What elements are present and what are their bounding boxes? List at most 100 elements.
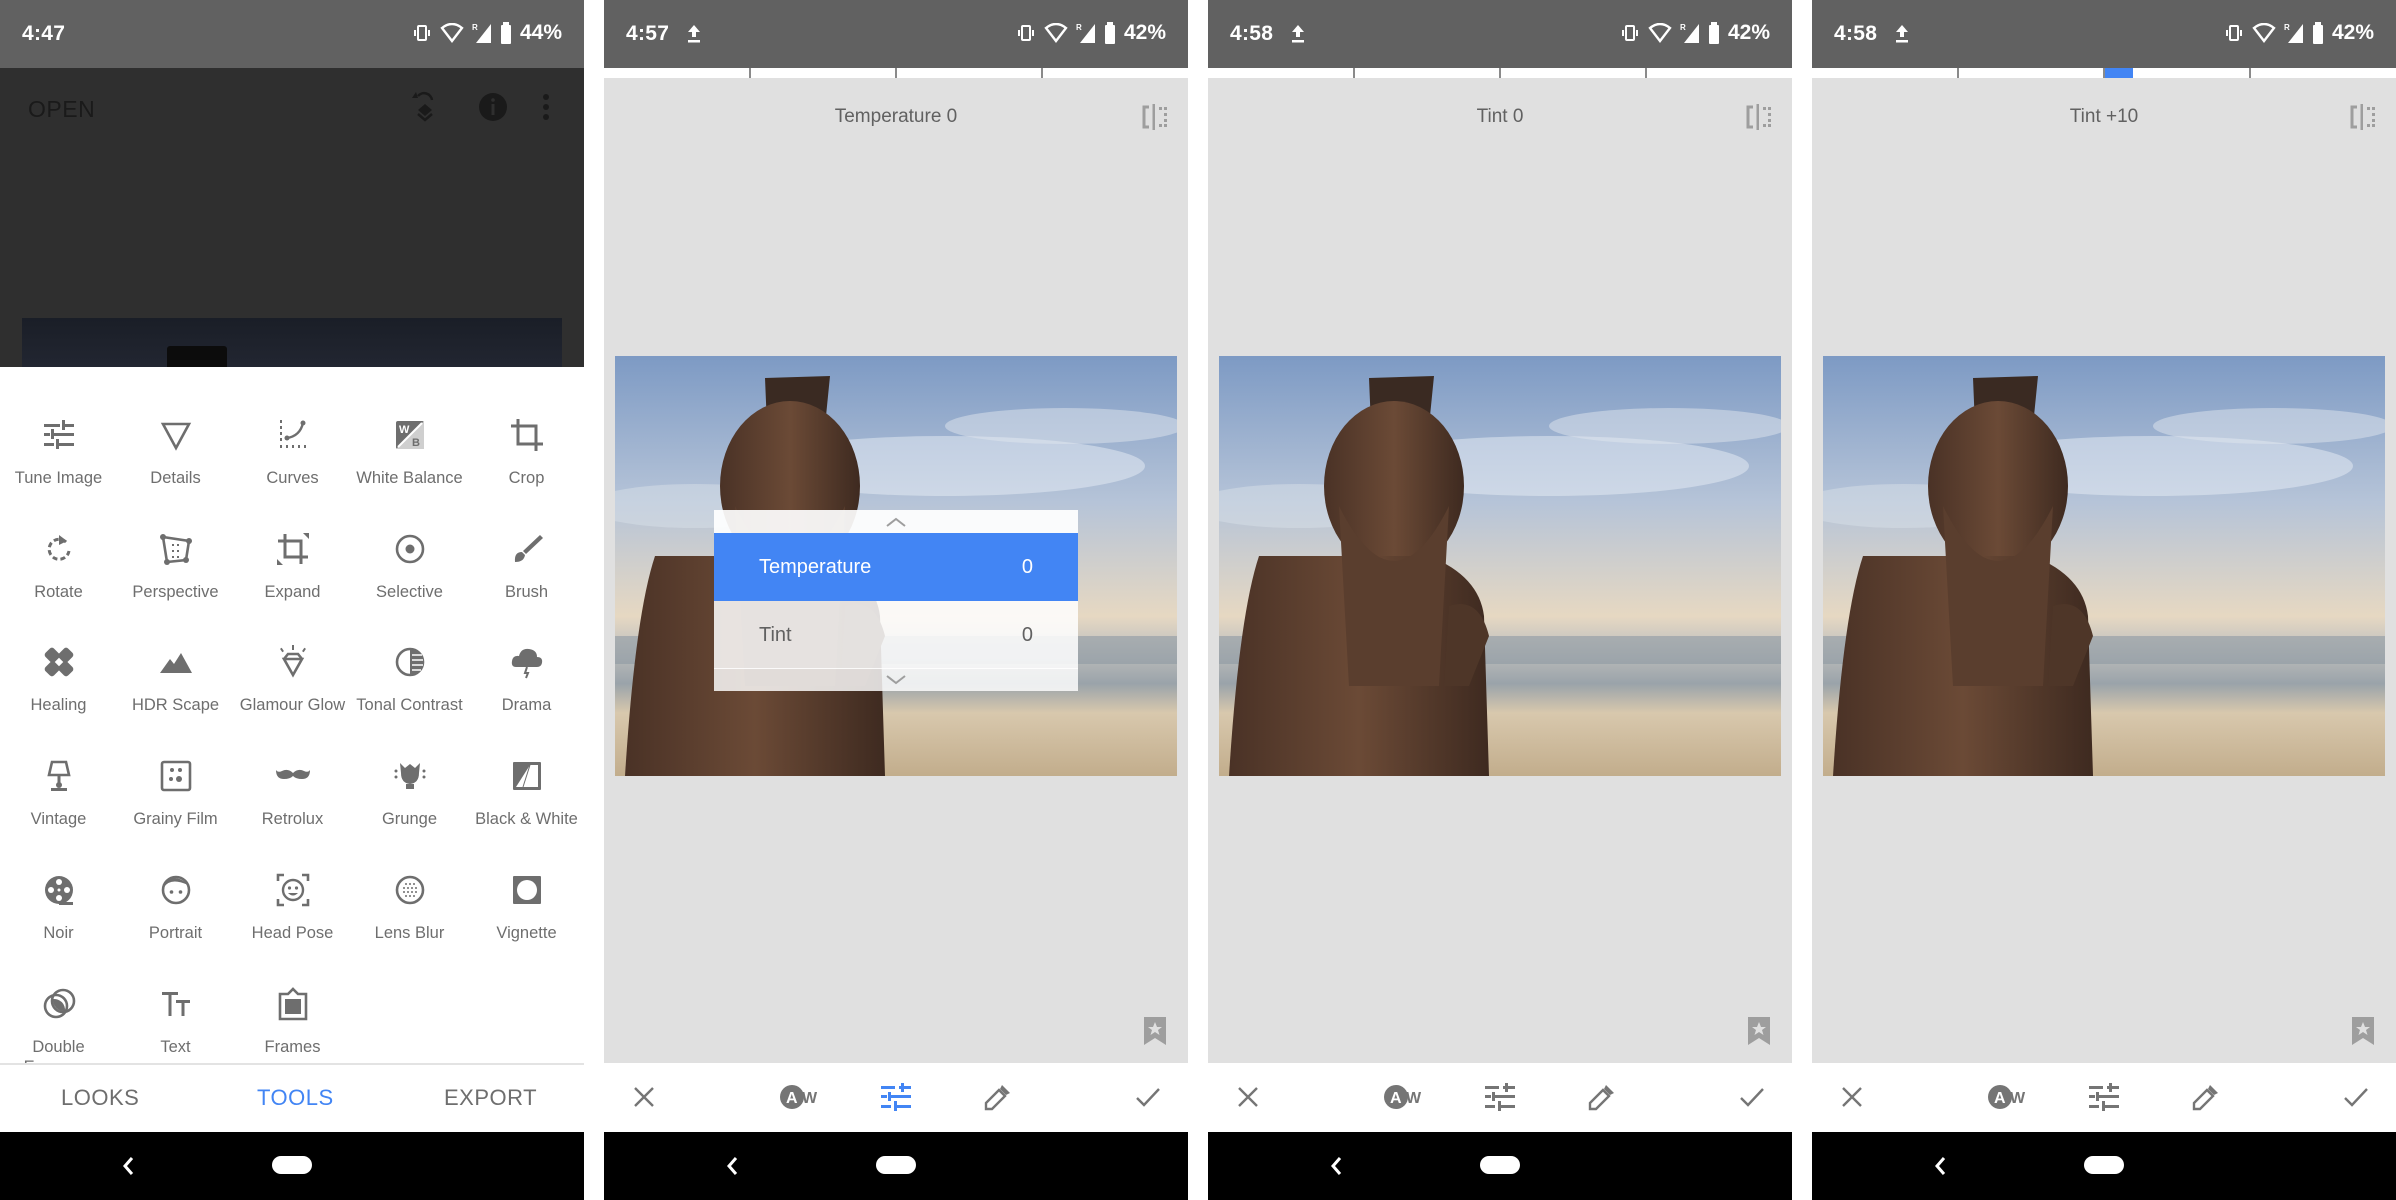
menu-item-label: Tint [759,623,792,646]
auto-white-balance-icon: WA [1988,1085,2026,1109]
tool-rotate[interactable]: Rotate [0,532,117,602]
cancel-button[interactable] [1834,1079,1870,1115]
tool-label: Brush [504,583,549,601]
svg-text:R: R [472,23,478,32]
back-icon[interactable] [1326,1152,1346,1180]
upload-icon [1292,25,1304,43]
cancel-button[interactable] [1230,1079,1266,1115]
auto-white-balance-button[interactable]: WA [776,1079,820,1115]
tool-brush[interactable]: Brush [468,532,584,602]
menu-item-tint[interactable]: Tint 0 [714,601,1078,669]
tool-perspective[interactable]: Perspective [117,532,234,602]
tool-tune-image[interactable]: Tune Image [0,418,117,488]
tool-vignette[interactable]: Vignette [468,873,584,943]
phone-screen-tint-plus-ten: 4:58 R 42% Tint +10 W A [1812,0,2396,1200]
undo-stack-icon[interactable] [408,90,442,124]
tab-tools[interactable]: TOOLS [257,1085,334,1111]
home-pill-button[interactable] [272,1156,312,1174]
adjust-button[interactable] [2086,1079,2122,1115]
tool-double-exposure[interactable]: Double Exposure [0,987,117,1064]
eyedropper-icon [984,1085,1010,1111]
menu-item-value: 0 [1021,555,1033,578]
tool-retrolux[interactable]: Retrolux [234,759,351,829]
open-button[interactable]: OPEN [28,96,95,123]
tool-grainy-film[interactable]: Grainy Film [117,759,234,829]
compare-icon[interactable] [1744,104,1772,130]
tool-drama[interactable]: Drama [468,645,584,715]
vignette-icon [512,876,541,904]
back-icon[interactable] [118,1152,138,1180]
tool-vintage[interactable]: Vintage [0,759,117,829]
tool-tonal-contrast[interactable]: Tonal Contrast [351,645,468,715]
apply-button[interactable] [1734,1079,1770,1115]
lens-blur-icon [395,875,424,905]
cancel-button[interactable] [626,1079,662,1115]
back-icon[interactable] [722,1152,742,1180]
adjust-button[interactable] [878,1079,914,1115]
tab-looks[interactable]: LOOKS [61,1085,139,1111]
tool-head-pose[interactable]: Head Pose [234,873,351,943]
home-pill-button[interactable] [876,1156,916,1174]
tool-hdr-scape[interactable]: HDR Scape [117,645,234,715]
back-icon[interactable] [1930,1152,1950,1180]
tool-lens-blur[interactable]: Lens Blur [351,873,468,943]
apply-button[interactable] [2338,1079,2374,1115]
tool-grunge[interactable]: Grunge [351,759,468,829]
tool-noir[interactable]: Noir [0,873,117,943]
info-icon[interactable] [476,90,510,124]
tool-crop[interactable]: Crop [468,418,584,488]
tool-selective[interactable]: Selective [351,532,468,602]
tool-label: Vintage [30,810,87,828]
eyedropper-button[interactable] [980,1079,1016,1115]
system-nav-bar [1812,1132,2396,1200]
tool-glamour-glow[interactable]: Glamour Glow [234,645,351,715]
tool-healing[interactable]: Healing [0,645,117,715]
menu-item-temperature[interactable]: Temperature 0 [714,533,1078,601]
chevron-down-icon [886,674,906,684]
tool-label: Curves [266,469,319,487]
eyedropper-button[interactable] [1584,1079,1620,1115]
system-nav-bar [1208,1132,1792,1200]
tool-black-white[interactable]: Black & White [468,759,584,829]
tool-label: Head Pose [251,924,334,942]
bookmark-star-icon[interactable] [1144,1017,1166,1045]
tab-export[interactable]: EXPORT [444,1085,537,1111]
tool-label: HDR Scape [131,696,220,714]
tool-details[interactable]: Details [117,418,234,488]
tool-frames[interactable]: Frames [234,987,351,1057]
tool-label: Vignette [496,924,557,942]
tool-expand[interactable]: Expand [234,532,351,602]
menu-item-value: 0 [1021,623,1033,646]
more-vert-icon[interactable] [538,90,554,124]
tool-white-balance[interactable]: W B White Balance [351,418,468,488]
auto-white-balance-button[interactable]: WA [1984,1079,2028,1115]
compare-icon[interactable] [1140,104,1168,130]
adjust-button[interactable] [1482,1079,1518,1115]
compare-icon[interactable] [2348,104,2376,130]
slider-tick-right [2249,68,2251,78]
status-time: 4:58 [1834,22,1878,45]
eyedropper-button[interactable] [2188,1079,2224,1115]
auto-white-balance-button[interactable]: WA [1380,1079,1424,1115]
bookmark-star-icon[interactable] [1748,1017,1770,1045]
tool-text[interactable]: Text [117,987,234,1057]
photo-preview[interactable] [1823,356,2385,776]
status-time: 4:47 [22,22,66,45]
upload-icon [1896,25,1908,43]
tool-portrait[interactable]: Portrait [117,873,234,943]
apply-button[interactable] [1130,1079,1166,1115]
home-pill-button[interactable] [2084,1156,2124,1174]
details-triangle-icon [160,422,191,451]
menu-scroll-up[interactable] [714,510,1078,533]
bookmark-star-icon[interactable] [2352,1017,2374,1045]
tool-label: Noir [43,924,74,942]
frames-icon [278,987,307,1021]
home-pill-button[interactable] [1480,1156,1520,1174]
menu-scroll-down[interactable] [714,668,1078,691]
tool-curves[interactable]: Curves [234,418,351,488]
tool-label: Text [160,1038,191,1056]
text-icon [161,992,190,1016]
battery-icon [500,22,511,44]
photo-preview[interactable] [1219,356,1781,776]
chevron-up-icon [886,517,906,527]
